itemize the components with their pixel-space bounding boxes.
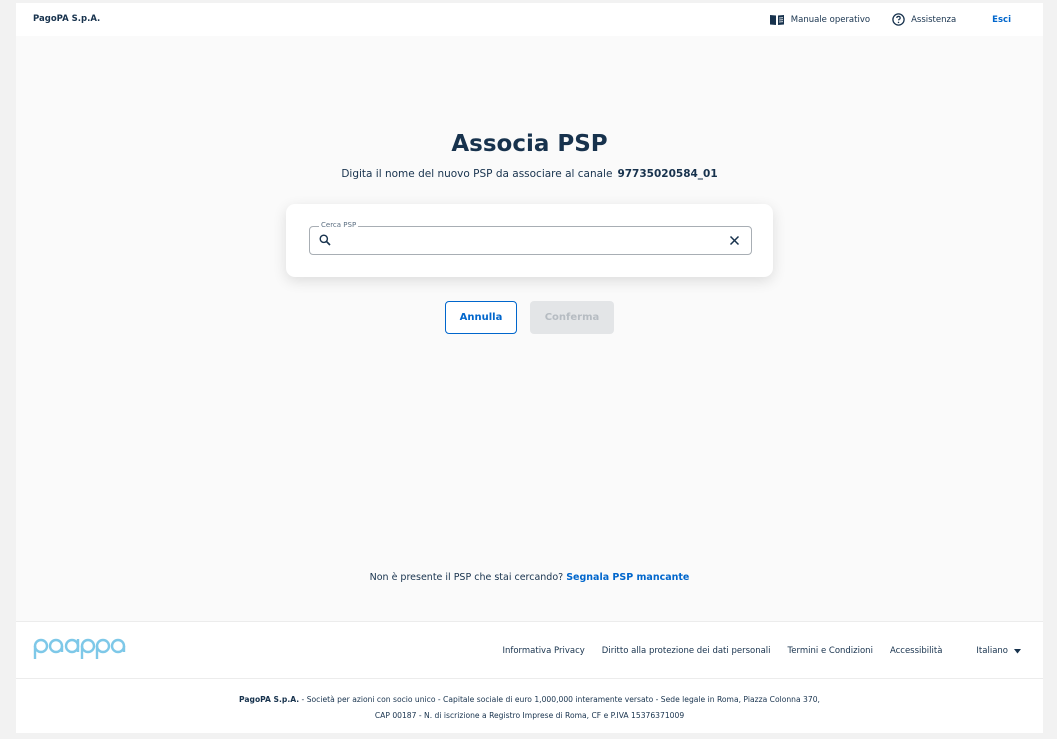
subtitle-text: Digita il nome del nuovo PSP da associar…: [341, 168, 613, 180]
app-frame: PagoPA S.p.A. Manuale operativo Assisten…: [16, 3, 1043, 733]
language-selector[interactable]: Italiano: [959, 646, 1021, 656]
footer-legal-bar: PagoPA S.p.A. - Società per azioni con s…: [16, 678, 1043, 733]
caret-down-icon: [1014, 648, 1021, 653]
search-field[interactable]: Cerca PSP: [309, 221, 752, 255]
logout-button[interactable]: Esci: [992, 15, 1011, 25]
brand-name: PagoPA S.p.A.: [33, 14, 101, 24]
manual-label: Manuale operativo: [790, 14, 871, 25]
legal-line-1: - Società per azioni con socio unico - C…: [299, 695, 820, 704]
book-icon: [769, 14, 784, 25]
report-missing-psp-link[interactable]: Segnala PSP mancante: [566, 572, 689, 583]
legal-company: PagoPA S.p.A.: [239, 695, 300, 704]
pagopa-logo[interactable]: [33, 637, 133, 661]
data-protection-link[interactable]: Diritto alla protezione dei dati persona…: [602, 646, 771, 656]
legal-notice: PagoPA S.p.A. - Società per azioni con s…: [16, 692, 1043, 724]
cancel-button[interactable]: Annulla: [445, 301, 517, 334]
search-input[interactable]: [338, 231, 722, 251]
search-icon: [319, 234, 331, 246]
header-nav: Manuale operativo Assistenza Esci: [769, 3, 1043, 36]
page-title: Associa PSP: [451, 131, 608, 157]
footer-nav: Informativa Privacy Diritto alla protezi…: [485, 646, 1021, 656]
help-link[interactable]: Assistenza: [892, 13, 956, 26]
accessibility-link[interactable]: Accessibilità: [890, 646, 942, 656]
header-bar: PagoPA S.p.A. Manuale operativo Assisten…: [16, 3, 1043, 36]
search-card: Cerca PSP: [286, 204, 773, 277]
help-circle-icon: [892, 13, 905, 26]
terms-link[interactable]: Termini e Condizioni: [788, 646, 873, 656]
channel-code: 97735020584_01: [617, 168, 718, 180]
legal-line-2: CAP 00187 - N. di iscrizione a Registro …: [374, 711, 685, 720]
language-label: Italiano: [976, 646, 1008, 656]
confirm-button[interactable]: Conferma: [530, 301, 614, 334]
help-label: Assistenza: [911, 14, 957, 25]
footer-links-bar: Informativa Privacy Diritto alla protezi…: [16, 621, 1043, 678]
privacy-link[interactable]: Informativa Privacy: [502, 646, 584, 656]
close-icon[interactable]: [729, 235, 740, 246]
manual-link[interactable]: Manuale operativo: [769, 14, 870, 26]
missing-psp-notice: Non è presente il PSP che stai cercando?…: [16, 572, 1043, 583]
page-subtitle: Digita il nome del nuovo PSP da associar…: [16, 168, 1043, 180]
search-label: Cerca PSP: [319, 221, 359, 229]
missing-psp-text: Non è presente il PSP che stai cercando?: [369, 572, 564, 583]
